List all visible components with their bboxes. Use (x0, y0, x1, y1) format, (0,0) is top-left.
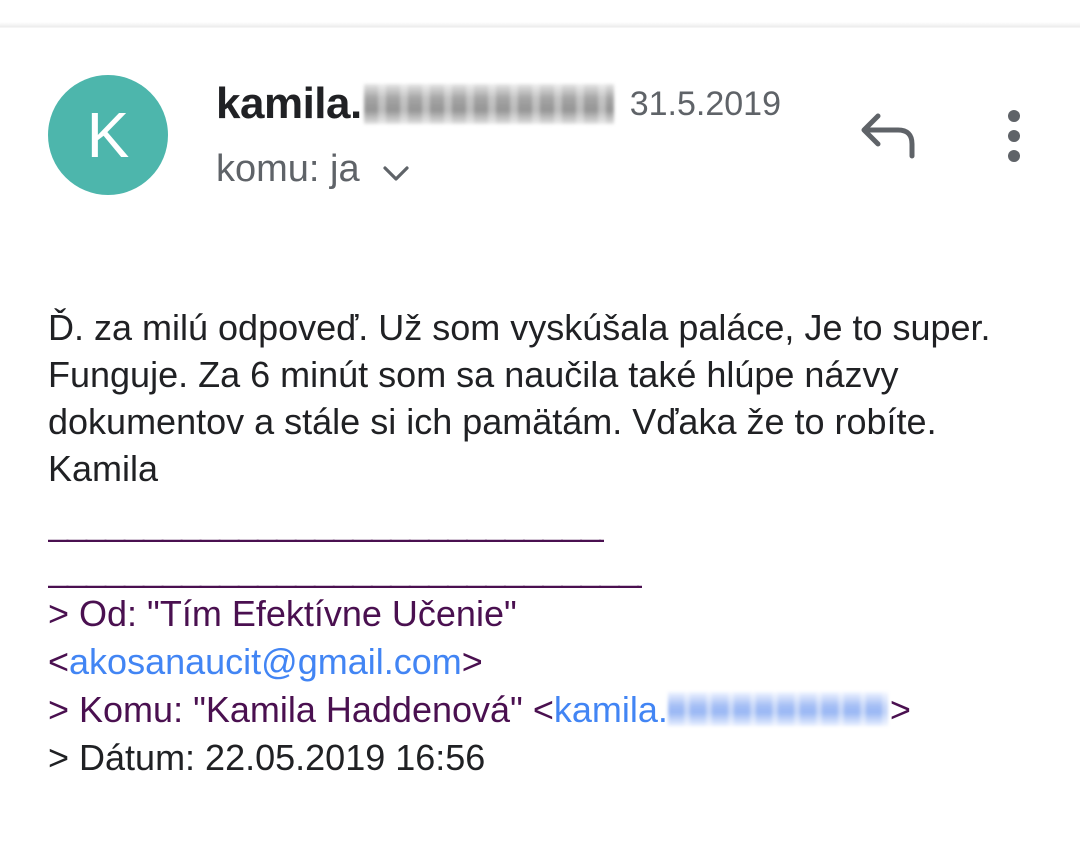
reply-icon (861, 113, 915, 159)
bracket-close: > (889, 689, 911, 730)
quoted-from-email-line: <akosanaucit@gmail.com> (48, 638, 1058, 686)
separator-line: ______________________________ (48, 502, 604, 543)
redacted-email-blur (667, 692, 888, 726)
recipient-toggle[interactable]: komu: ja (216, 146, 410, 193)
sender-row: kamila. 31.5.2019 (216, 76, 781, 132)
separator-line: ________________________________ (48, 548, 642, 589)
to-email-link[interactable]: kamila. (554, 689, 668, 730)
quoted-date-line: > Dátum: 22.05.2019 16:56 (48, 737, 486, 778)
from-email-link[interactable]: akosanaucit@gmail.com (69, 641, 462, 682)
avatar[interactable]: K (48, 75, 168, 195)
more-options-button[interactable] (992, 108, 1036, 166)
redacted-sender-blur (363, 84, 614, 124)
more-vert-icon (1008, 110, 1020, 162)
avatar-letter: K (86, 99, 130, 171)
bracket-close: > (461, 641, 483, 682)
quoted-from-line: > Od: "Tím Efektívne Učenie" (48, 590, 1058, 638)
quoted-to-line: > Komu: "Kamila Haddenová" <kamila. > (48, 686, 1058, 734)
recipient-label: komu: ja (216, 148, 360, 190)
top-edge-shadow (0, 0, 1080, 28)
message-date: 31.5.2019 (629, 84, 781, 123)
quoted-from-label: > Od: "Tím Efektívne Učenie" (48, 593, 517, 634)
quoted-to-label: > Komu: "Kamila Haddenová" < (48, 689, 554, 730)
bracket-open: < (48, 641, 70, 682)
reply-button[interactable] (858, 110, 920, 164)
sender-name[interactable]: kamila. (216, 79, 362, 129)
quoted-header: > Od: "Tím Efektívne Učenie" <akosanauci… (48, 590, 1058, 782)
message-body: Ď. za milú odpoveď. Už som vyskúšala pal… (48, 307, 991, 489)
chevron-down-icon[interactable] (382, 150, 410, 193)
